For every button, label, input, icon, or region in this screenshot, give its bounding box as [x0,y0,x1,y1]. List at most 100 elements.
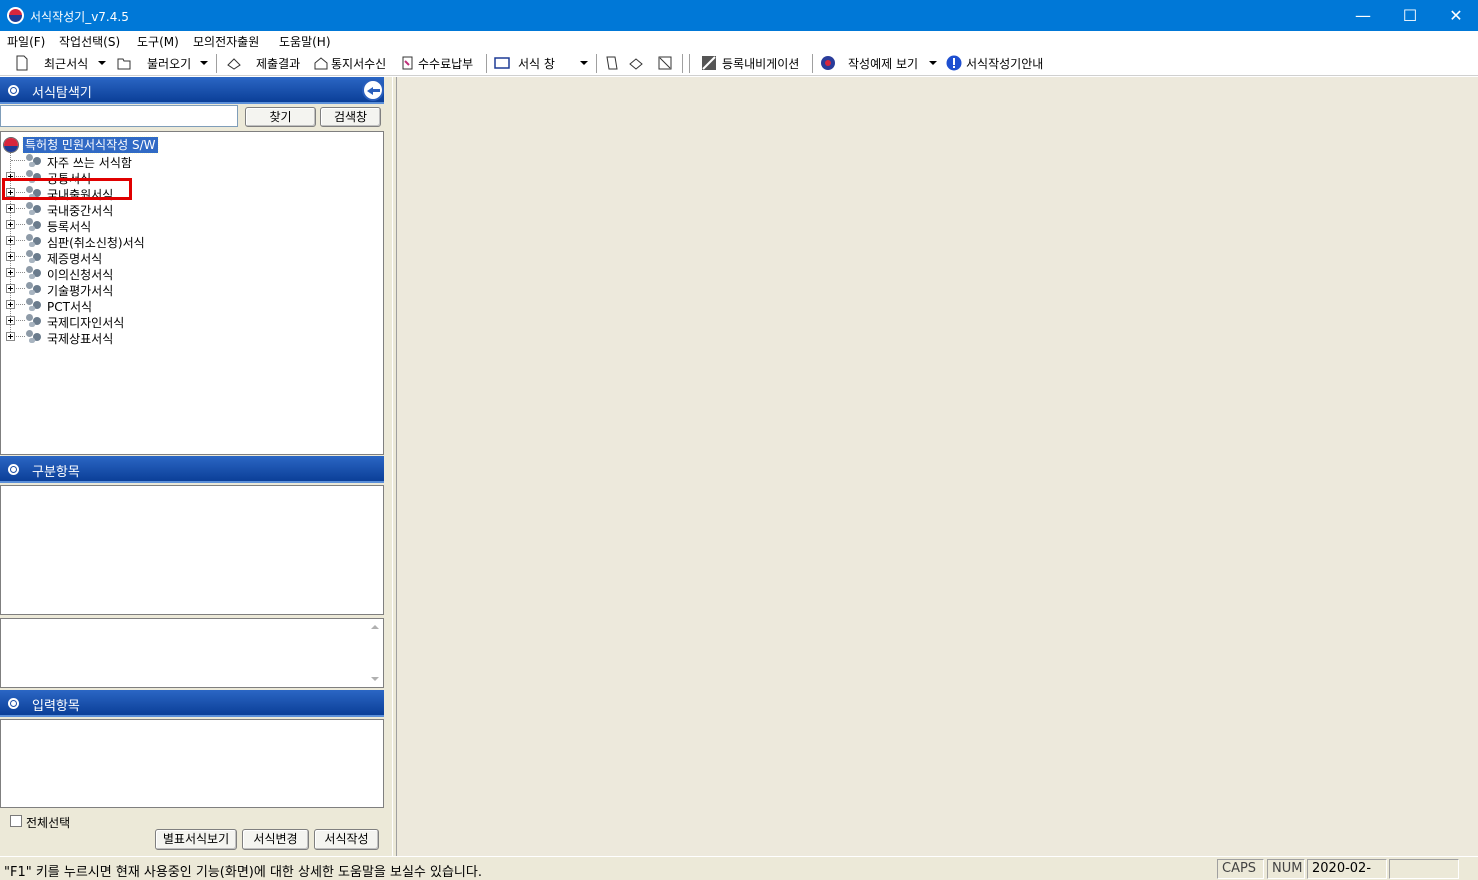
people-icon [26,330,42,343]
highlight-box [2,178,132,200]
tree-connector [16,256,25,257]
form-window-icon[interactable] [494,55,510,71]
example-view-button[interactable]: 작성예제 보기 [848,55,918,72]
tree-item-registration[interactable]: 등록서식 [1,217,381,234]
form-stack-icon[interactable] [628,55,644,71]
date-indicator: 2020-02-20 [1307,859,1387,880]
close-button[interactable]: ✕ [1433,0,1478,31]
expand-icon[interactable] [6,300,15,309]
edit-form-icon[interactable] [604,55,620,71]
tree-item-opposition[interactable]: 이의신청서식 [1,265,381,282]
expand-icon[interactable] [6,236,15,245]
view-attached-form-button[interactable]: 별표서식보기 [155,829,237,850]
expand-icon[interactable] [6,220,15,229]
kipo-logo-icon [3,137,19,153]
tree-root[interactable]: 특허청 민원서식작성 S/W [1,136,381,154]
guide-button[interactable]: 서식작성기안내 [966,55,1043,72]
search-window-button[interactable]: 검색창 [320,107,381,127]
tree-connector [16,304,25,305]
toolbar-separator [682,54,683,73]
expand-icon[interactable] [6,284,15,293]
section-bullet-icon [8,698,19,709]
status-message: "F1" 키를 누르시면 현재 사용중인 기능(화면)에 대한 상세한 도움말을… [4,865,482,880]
caps-indicator: CAPS [1217,859,1264,879]
notice-receive-icon[interactable] [313,55,329,71]
menu-file[interactable]: 파일(F) [7,33,45,50]
people-icon [26,298,42,311]
tree-item-pct[interactable]: PCT서식 [1,297,381,314]
tree-connector [16,208,25,209]
explorer-title: 서식탐색기 [32,86,92,101]
example-view-icon[interactable] [820,55,836,71]
people-icon [26,250,42,263]
new-document-icon[interactable] [14,55,30,71]
toolbar-separator [812,54,813,73]
form-window-dropdown-icon[interactable] [580,61,588,65]
tree-item-tech-evaluation[interactable]: 기술평가서식 [1,281,381,298]
find-button[interactable]: 찾기 [245,107,316,127]
toolbar: 최근서식 불러오기 제출결과 통지서수신 수수료납부 서식 창 등록내비게이션 … [0,51,1478,76]
people-icon [26,282,42,295]
registration-navigation-button[interactable]: 등록내비게이션 [722,55,799,72]
people-icon [26,314,42,327]
recent-forms-button[interactable]: 최근서식 [44,55,88,72]
input-title: 입력항목 [32,699,80,714]
expand-icon[interactable] [6,252,15,261]
tree-item-domestic-intermediate[interactable]: 국내중간서식 [1,201,381,218]
tree-connector [16,240,25,241]
expand-icon[interactable] [6,332,15,341]
scroll-down-icon[interactable] [371,677,379,681]
fee-payment-icon[interactable] [400,55,416,71]
menu-select-task[interactable]: 작업선택(S) [59,33,120,50]
minimize-button[interactable]: — [1340,0,1386,31]
menu-mock-filing[interactable]: 모의전자출원 [193,33,259,50]
write-form-button[interactable]: 서식작성 [314,829,379,850]
app-logo-icon [7,7,24,24]
example-view-dropdown-icon[interactable] [929,61,937,65]
form-window-button[interactable]: 서식 창 [518,55,555,72]
submit-result-icon[interactable] [226,55,242,71]
input-list[interactable] [0,719,384,808]
registration-navigation-icon[interactable] [701,55,717,71]
submit-result-button[interactable]: 제출결과 [256,55,300,72]
tree-connector [11,160,25,161]
maximize-button[interactable]: ☐ [1387,0,1433,31]
menu-tools[interactable]: 도구(M) [137,33,179,50]
info-icon[interactable] [946,55,962,71]
select-all-checkbox[interactable] [10,815,22,827]
tree-item-intl-trademark[interactable]: 국제상표서식 [1,329,381,346]
collapse-panel-icon[interactable] [362,79,384,101]
fee-payment-button[interactable]: 수수료납부 [418,55,473,72]
expand-icon[interactable] [6,316,15,325]
description-box[interactable] [0,618,384,688]
tree-connector [16,336,25,337]
menu-help[interactable]: 도움말(H) [279,33,331,50]
menu-bar: 파일(F) 작업선택(S) 도구(M) 모의전자출원 도움말(H) [0,31,1478,51]
scroll-up-icon[interactable] [371,625,379,629]
tree-item-certificate[interactable]: 제증명서식 [1,249,381,266]
search-input[interactable] [0,105,238,127]
tree-connector [16,320,25,321]
recent-dropdown-icon[interactable] [98,61,106,65]
open-folder-icon[interactable] [116,55,132,71]
people-icon [26,234,42,247]
expand-icon[interactable] [6,204,15,213]
form-delete-icon[interactable] [657,55,673,71]
tree-item-trial[interactable]: 심판(취소신청)서식 [1,233,381,250]
change-form-button[interactable]: 서식변경 [242,829,309,850]
category-list[interactable] [0,485,384,615]
main-workspace[interactable] [397,77,1478,856]
tree-item-favorites[interactable]: 자주 쓰는 서식함 [1,153,381,170]
category-header: 구분항목 [0,456,384,483]
category-title: 구분항목 [32,465,80,480]
people-icon [26,266,42,279]
tree-item-intl-design[interactable]: 국제디자인서식 [1,313,381,330]
title-bar: 서식작성기_v7.4.5 — ☐ ✕ [0,0,1478,31]
toolbar-separator [689,54,690,73]
select-all-label: 전체선택 [26,816,71,830]
load-dropdown-icon[interactable] [200,61,208,65]
expand-icon[interactable] [6,268,15,277]
load-button[interactable]: 불러오기 [147,55,191,72]
people-icon [26,154,42,167]
notice-receive-button[interactable]: 통지서수신 [331,55,386,72]
